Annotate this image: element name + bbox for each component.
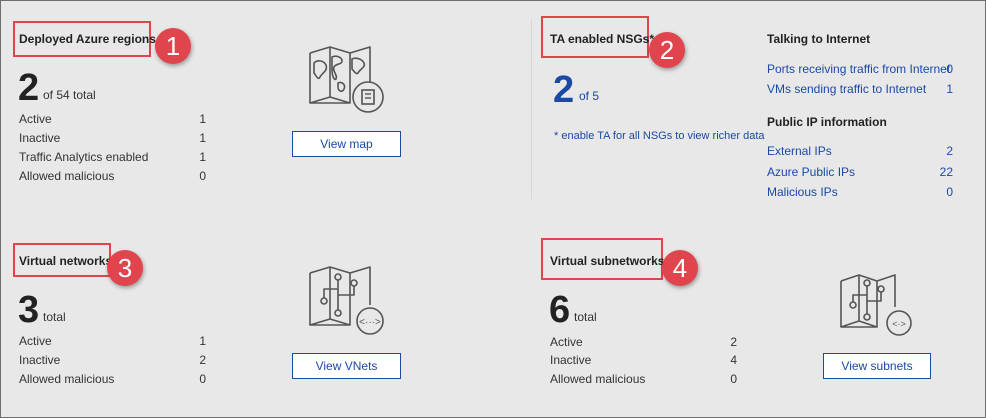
view-vnets-button[interactable]: View VNets <box>292 353 401 379</box>
subnets-row-value: 2 <box>730 335 737 349</box>
public-ip-row-label[interactable]: External IPs <box>767 144 832 158</box>
regions-row-label: Allowed malicious <box>19 169 115 183</box>
regions-row-label: Traffic Analytics enabled <box>19 150 149 164</box>
nsgs-count-suffix: of 5 <box>579 89 600 103</box>
talking-row-value[interactable]: 0 <box>923 62 953 76</box>
world-map-icon <box>309 46 384 113</box>
nsgs-count[interactable]: 2 <box>553 71 574 109</box>
regions-row-value: 1 <box>199 131 206 145</box>
subnets-title: Virtual subnetworks <box>550 254 665 268</box>
vnets-row-label: Active <box>19 334 52 348</box>
view-map-button[interactable]: View map <box>292 131 401 157</box>
vnets-row-label: Inactive <box>19 353 61 367</box>
subnet-map-icon: <·> <box>840 274 912 336</box>
vnets-count: 3 <box>18 289 40 331</box>
vnets-title: Virtual networks <box>19 254 113 268</box>
public-ip-row-value[interactable]: 22 <box>923 165 953 179</box>
view-subnets-button[interactable]: View subnets <box>823 353 931 379</box>
vnets-row-value: 1 <box>199 334 206 348</box>
public-ip-heading: Public IP information <box>767 115 887 129</box>
vnets-count-suffix: total <box>43 310 66 324</box>
subnets-count-suffix: total <box>574 310 597 324</box>
traffic-analytics-summary: Deployed Azure regions 1 2 of 54 total A… <box>0 0 986 418</box>
subnets-row-value: 0 <box>730 372 737 386</box>
regions-count-suffix: of 54 total <box>43 88 96 102</box>
annotation-badge-4: 4 <box>662 250 698 286</box>
regions-row-label: Active <box>19 112 52 126</box>
regions-row-value: 1 <box>199 150 206 164</box>
subnets-row-label: Active <box>550 335 583 349</box>
public-ip-row-label[interactable]: Malicious IPs <box>767 185 838 199</box>
subnets-row-label: Allowed malicious <box>550 372 646 386</box>
vnets-row-value: 2 <box>199 353 206 367</box>
public-ip-row-value[interactable]: 0 <box>923 185 953 199</box>
talking-row-value[interactable]: 1 <box>923 82 953 96</box>
public-ip-row-value[interactable]: 2 <box>923 144 953 158</box>
talking-row-label[interactable]: VMs sending traffic to Internet <box>767 82 926 96</box>
nsgs-title: TA enabled NSGs* <box>550 32 655 46</box>
regions-count: 2 <box>18 67 40 109</box>
annotation-badge-1: 1 <box>155 28 191 64</box>
public-ip-row-label[interactable]: Azure Public IPs <box>767 165 855 179</box>
vertical-divider <box>531 19 532 199</box>
regions-row-value: 1 <box>199 112 206 126</box>
enable-ta-note[interactable]: * enable TA for all NSGs to view richer … <box>554 130 765 142</box>
svg-text:<···>: <···> <box>359 317 381 328</box>
network-map-icon: <···> <box>309 266 384 335</box>
talking-to-internet-heading: Talking to Internet <box>767 32 871 46</box>
regions-title: Deployed Azure regions <box>19 32 156 46</box>
annotation-badge-3: 3 <box>107 250 143 286</box>
annotation-badge-2: 2 <box>649 32 685 68</box>
svg-text:<·>: <·> <box>892 319 906 329</box>
subnets-count: 6 <box>549 289 571 331</box>
vnets-row-label: Allowed malicious <box>19 372 115 386</box>
vnets-row-value: 0 <box>199 372 206 386</box>
subnets-row-label: Inactive <box>550 353 592 367</box>
regions-row-value: 0 <box>199 169 206 183</box>
regions-row-label: Inactive <box>19 131 61 145</box>
subnets-row-value: 4 <box>730 353 737 367</box>
